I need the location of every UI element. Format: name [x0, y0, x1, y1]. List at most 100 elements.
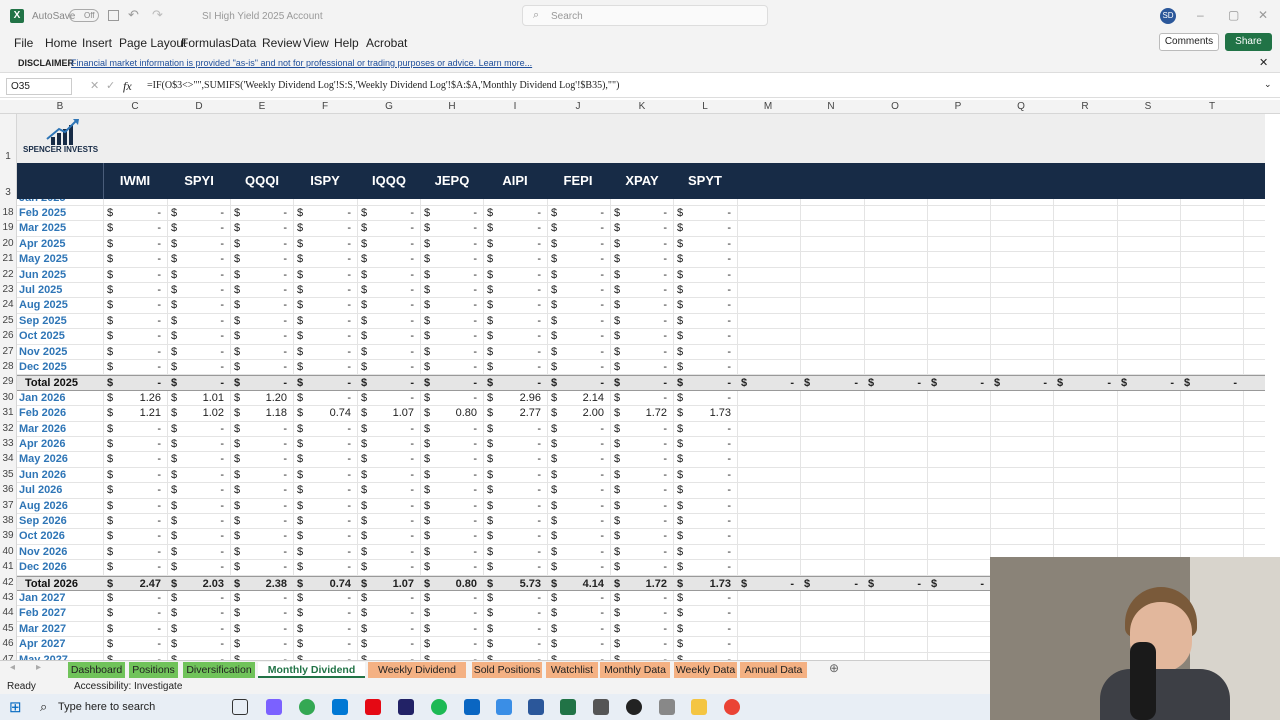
value-cell[interactable]: $ -: [551, 592, 610, 606]
value-cell[interactable]: $ -: [677, 546, 737, 560]
value-cell[interactable]: $ -: [171, 469, 230, 483]
value-cell[interactable]: $ -: [614, 377, 673, 391]
close-disclaimer-icon[interactable]: ✕: [1259, 56, 1268, 69]
value-cell[interactable]: $ -: [487, 222, 547, 236]
value-cell[interactable]: $ -: [171, 438, 230, 452]
value-cell[interactable]: $ -: [424, 469, 483, 483]
value-cell[interactable]: $ -: [614, 299, 673, 313]
value-cell[interactable]: $ -: [487, 377, 547, 391]
value-cell[interactable]: $ -: [677, 561, 737, 575]
value-cell[interactable]: $ -: [171, 592, 230, 606]
month-label[interactable]: Sep 2026: [19, 515, 67, 527]
column-header-g[interactable]: G: [379, 101, 399, 112]
value-cell[interactable]: $ -: [107, 423, 167, 437]
column-header-i[interactable]: I: [505, 101, 525, 112]
value-cell[interactable]: $ -: [234, 269, 293, 283]
row-number[interactable]: 31: [0, 407, 16, 418]
value-cell[interactable]: $ -: [297, 500, 357, 514]
value-cell[interactable]: $ -: [297, 222, 357, 236]
value-cell[interactable]: $2.38: [234, 578, 293, 592]
value-cell[interactable]: $ -: [614, 453, 673, 467]
menu-acrobat[interactable]: Acrobat: [366, 36, 407, 50]
column-header-h[interactable]: H: [442, 101, 462, 112]
value-cell[interactable]: $ -: [614, 423, 673, 437]
value-cell[interactable]: $ -: [551, 222, 610, 236]
column-header-q[interactable]: Q: [1011, 101, 1031, 112]
value-cell[interactable]: $ -: [487, 423, 547, 437]
value-cell[interactable]: $ -: [677, 377, 737, 391]
ticker-header[interactable]: AIPI: [485, 173, 545, 188]
value-cell[interactable]: $ -: [551, 377, 610, 391]
row-number[interactable]: 26: [0, 330, 16, 341]
value-cell[interactable]: $ -: [551, 253, 610, 267]
row-number[interactable]: 22: [0, 269, 16, 280]
value-cell[interactable]: $ -: [551, 346, 610, 360]
value-cell[interactable]: $ -: [677, 469, 737, 483]
expand-formula-icon[interactable]: ⌄: [1264, 79, 1272, 90]
value-cell[interactable]: $ -: [107, 377, 167, 391]
ticker-header[interactable]: IQQQ: [359, 173, 419, 188]
value-cell[interactable]: $ -: [361, 284, 420, 298]
chrome-icon[interactable]: [299, 699, 315, 715]
menu-help[interactable]: Help: [334, 36, 359, 50]
row-number[interactable]: 41: [0, 561, 16, 572]
value-cell[interactable]: $ -: [551, 561, 610, 575]
value-cell[interactable]: $ -: [487, 546, 547, 560]
value-cell[interactable]: $ -: [297, 623, 357, 637]
sheet-tab[interactable]: Annual Data: [740, 662, 807, 678]
value-cell[interactable]: $ -: [171, 238, 230, 252]
month-label[interactable]: Oct 2025: [19, 330, 65, 342]
copilot-icon[interactable]: [266, 699, 282, 715]
column-header-m[interactable]: M: [758, 101, 778, 112]
value-cell[interactable]: $ -: [677, 330, 737, 344]
value-cell[interactable]: $2.14: [551, 392, 610, 406]
month-label[interactable]: Apr 2027: [19, 638, 65, 650]
row-number[interactable]: 25: [0, 315, 16, 326]
value-cell[interactable]: $ -: [234, 253, 293, 267]
value-cell[interactable]: $ -: [297, 469, 357, 483]
value-cell[interactable]: $ -: [614, 361, 673, 375]
row-number[interactable]: 38: [0, 515, 16, 526]
value-cell[interactable]: $ -: [931, 377, 990, 391]
value-cell[interactable]: $ -: [614, 530, 673, 544]
value-cell[interactable]: $ -: [931, 578, 990, 592]
value-cell[interactable]: $ -: [487, 607, 547, 621]
value-cell[interactable]: $ -: [234, 438, 293, 452]
value-cell[interactable]: $ -: [551, 530, 610, 544]
row-number[interactable]: 30: [0, 392, 16, 403]
value-cell[interactable]: $ -: [424, 623, 483, 637]
sheet-tab[interactable]: Sold Positions: [472, 662, 542, 678]
value-cell[interactable]: $1.72: [614, 407, 673, 421]
value-cell[interactable]: $ -: [614, 269, 673, 283]
month-label[interactable]: Jan 2026: [19, 392, 65, 404]
value-cell[interactable]: $ -: [171, 546, 230, 560]
value-cell[interactable]: $ -: [171, 346, 230, 360]
sheet-tab[interactable]: Weekly Data: [674, 662, 737, 678]
value-cell[interactable]: $ -: [614, 638, 673, 652]
value-cell[interactable]: $0.74: [297, 578, 357, 592]
value-cell[interactable]: $ -: [234, 592, 293, 606]
value-cell[interactable]: $ -: [234, 284, 293, 298]
word-icon[interactable]: [528, 699, 544, 715]
prev-sheet-icon[interactable]: ◂: [10, 662, 15, 673]
value-cell[interactable]: $ -: [677, 269, 737, 283]
value-cell[interactable]: $ -: [297, 453, 357, 467]
value-cell[interactable]: $ -: [107, 623, 167, 637]
value-cell[interactable]: $ -: [171, 315, 230, 329]
menu-file[interactable]: File: [14, 36, 33, 50]
app-icon-2[interactable]: [464, 699, 480, 715]
value-cell[interactable]: $ -: [487, 299, 547, 313]
value-cell[interactable]: $ -: [1121, 377, 1180, 391]
row-number[interactable]: 46: [0, 638, 16, 649]
row-number[interactable]: 24: [0, 299, 16, 310]
sheet-tab[interactable]: Weekly Dividend Log: [368, 662, 466, 692]
value-cell[interactable]: $ -: [1184, 377, 1243, 391]
value-cell[interactable]: $ -: [361, 253, 420, 267]
value-cell[interactable]: $ -: [677, 315, 737, 329]
value-cell[interactable]: $ -: [297, 561, 357, 575]
value-cell[interactable]: $ -: [107, 269, 167, 283]
value-cell[interactable]: $ -: [297, 207, 357, 221]
value-cell[interactable]: $ -: [361, 484, 420, 498]
value-cell[interactable]: $ -: [171, 623, 230, 637]
value-cell[interactable]: $ -: [297, 638, 357, 652]
